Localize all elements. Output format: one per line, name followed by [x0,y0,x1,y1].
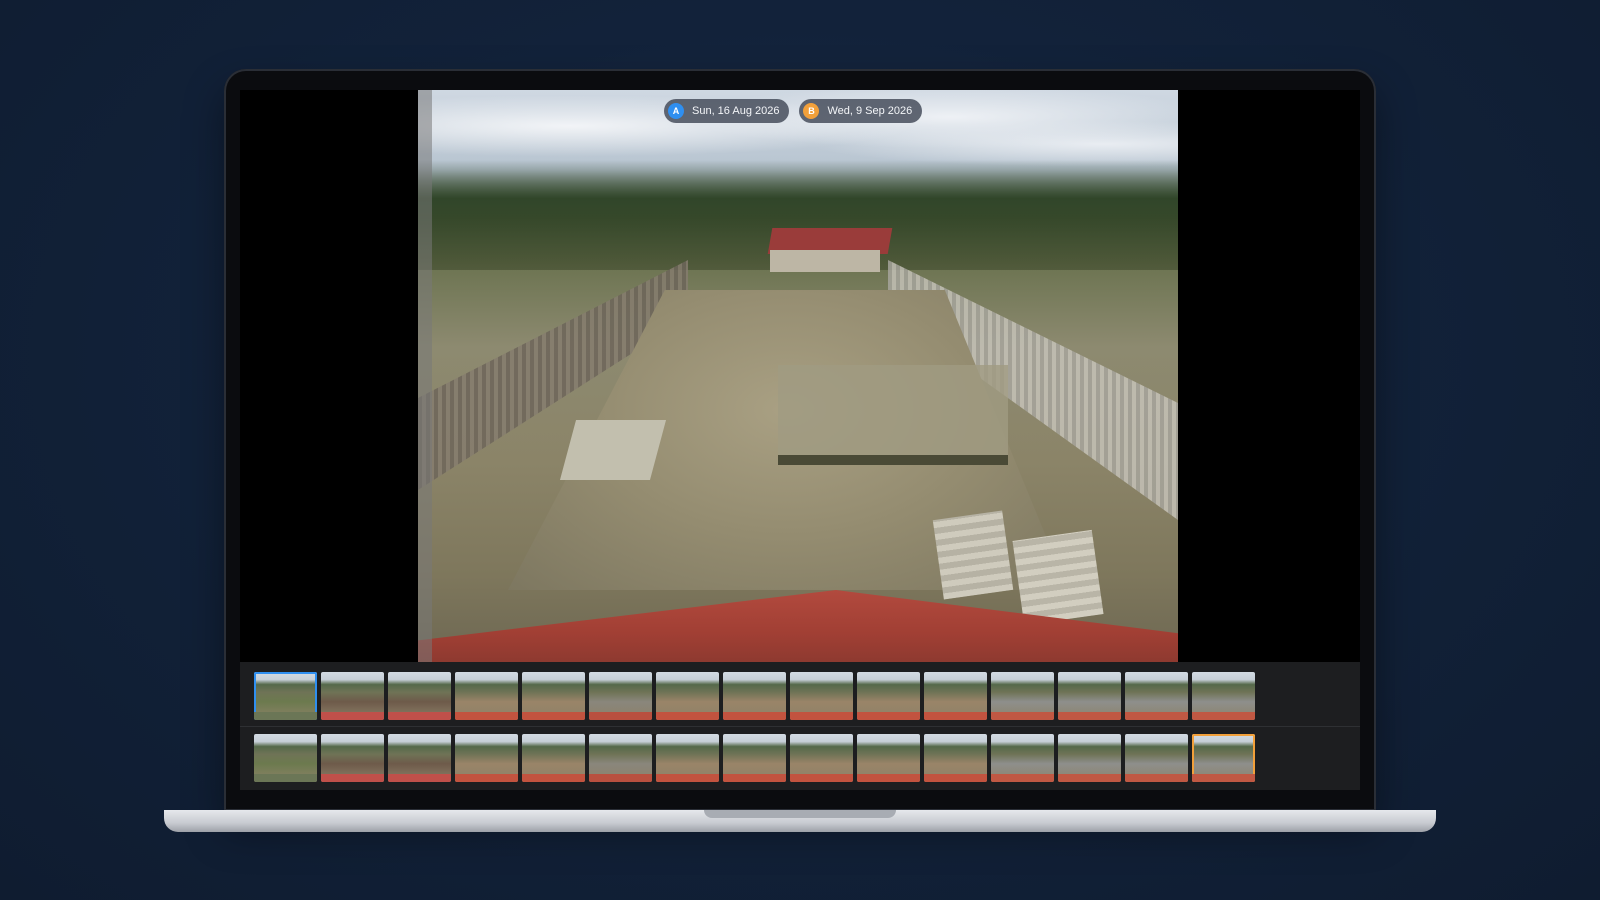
thumbnail[interactable] [723,672,786,720]
app-screen: A Sun, 16 Aug 2026 B Wed, 9 Sep 2026 [240,90,1360,790]
filmstrip-row-b [254,734,1255,782]
date-label-a: Sun, 16 Aug 2026 [692,105,780,117]
photo-viewer: A Sun, 16 Aug 2026 B Wed, 9 Sep 2026 [240,90,1360,662]
overlay-photo[interactable] [418,90,1178,662]
filmstrip-row-a [254,672,1255,720]
thumbnail[interactable] [522,672,585,720]
filmstrip-panel [240,662,1360,790]
thumbnail[interactable] [790,672,853,720]
thumbnail[interactable] [790,734,853,782]
date-badges: A Sun, 16 Aug 2026 B Wed, 9 Sep 2026 [664,99,923,123]
thumbnail[interactable] [656,734,719,782]
date-badge-b[interactable]: B Wed, 9 Sep 2026 [799,99,923,123]
thumbnail[interactable] [991,734,1054,782]
thumbnail[interactable] [924,734,987,782]
thumbnail[interactable] [1058,734,1121,782]
thumbnail[interactable] [656,672,719,720]
thumbnail[interactable] [254,734,317,782]
date-badge-a[interactable]: A Sun, 16 Aug 2026 [664,99,790,123]
thumbnail[interactable] [589,672,652,720]
thumbnail[interactable] [321,672,384,720]
thumbnail[interactable] [1058,672,1121,720]
thumbnail[interactable] [723,734,786,782]
pallet [932,510,1014,600]
foundation-formwork [778,365,1008,465]
thumbnail[interactable] [388,672,451,720]
thumbnail[interactable] [321,734,384,782]
thumbnail[interactable] [1125,734,1188,782]
thumbnail[interactable] [1192,672,1255,720]
thumbnail[interactable] [254,672,317,720]
thumbnail[interactable] [991,672,1054,720]
marker-b-icon: B [803,103,820,119]
storage-box [559,420,667,480]
marker-a-icon: A [668,103,684,119]
pallet [1012,529,1104,626]
thumbnail[interactable] [455,672,518,720]
thumbnail[interactable] [388,734,451,782]
thumbnail[interactable] [455,734,518,782]
date-label-b: Wed, 9 Sep 2026 [827,105,913,117]
thumbnail[interactable] [1192,734,1255,782]
thumbnail[interactable] [1125,672,1188,720]
thumbnail[interactable] [924,672,987,720]
thumbnail[interactable] [522,734,585,782]
thumbnail[interactable] [589,734,652,782]
thumbnail[interactable] [857,734,920,782]
overlay-edge [418,90,432,662]
house-wall [770,250,880,272]
filmstrip-divider [240,726,1360,727]
laptop-notch [704,810,896,818]
thumbnail[interactable] [857,672,920,720]
